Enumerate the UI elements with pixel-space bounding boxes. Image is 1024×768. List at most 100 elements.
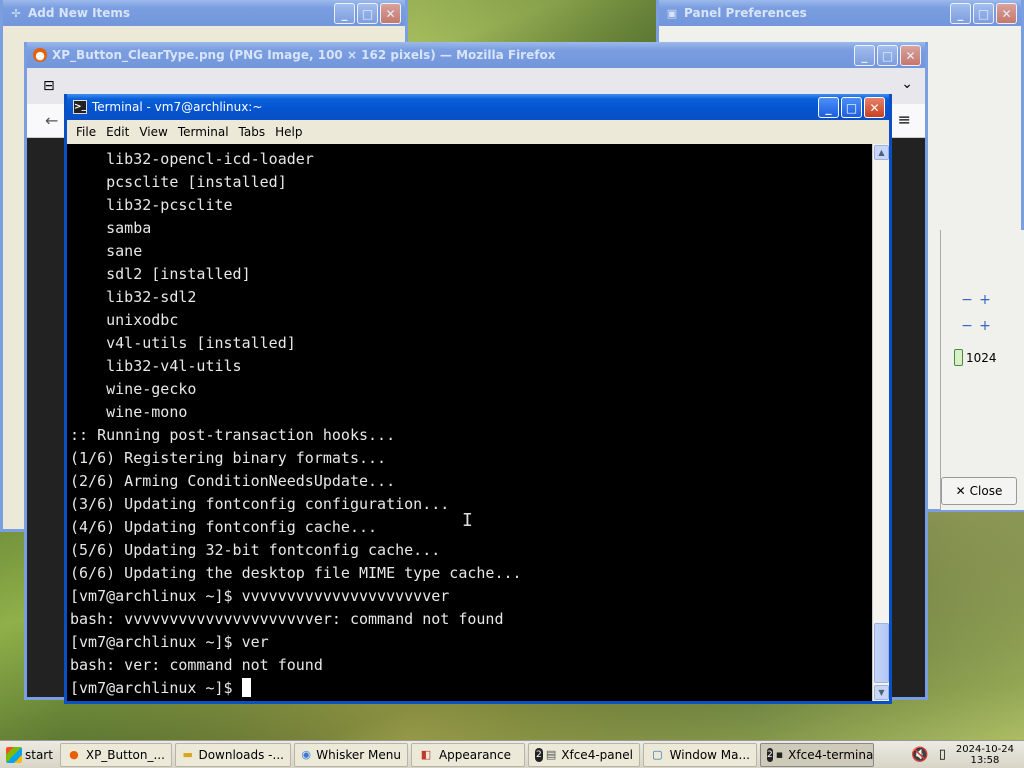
taskbar-item[interactable]: ◉ Whisker Menu	[293, 742, 408, 767]
clock-time: 13:58	[970, 754, 1000, 766]
terminal-line: [vm7@archlinux ~]$ vvvvvvvvvvvvvvvvvvvvv…	[70, 587, 450, 605]
tab-list-icon[interactable]: ⊟	[43, 78, 55, 94]
panel-icon: ▣	[666, 6, 678, 20]
window-title: XP_Button_ClearType.png (PNG Image, 100 …	[52, 48, 556, 62]
taskbar-item[interactable]: ● XP_Button_...	[59, 742, 172, 767]
maximize-button[interactable]: □	[877, 45, 898, 66]
menu-file[interactable]: File	[71, 125, 101, 139]
terminal-line: bash: vvvvvvvvvvvvvvvvvvvvver: command n…	[70, 610, 504, 628]
slider-value: 1024	[966, 350, 997, 365]
taskbar-item[interactable]: ▢ Window Ma...	[642, 742, 757, 767]
hamburger-menu-icon[interactable]: ≡	[898, 110, 911, 129]
speaker-muted-icon[interactable]: 🔇	[911, 747, 928, 763]
appearance-icon: ◧	[420, 748, 432, 761]
terminal-line: wine-gecko	[70, 380, 197, 398]
system-tray: 🔇 ▯ 2024-10-24 13:58	[911, 744, 1024, 766]
maximize-button[interactable]: □	[841, 97, 862, 118]
close-button[interactable]: ✕	[996, 3, 1017, 24]
plus-icon: ✢	[11, 6, 21, 20]
plus-icon[interactable]: +	[976, 292, 994, 308]
window-count-badge: 2	[534, 747, 543, 762]
minimize-button[interactable]: _	[950, 3, 971, 24]
shell-prompt: [vm7@archlinux ~]$	[70, 679, 242, 697]
terminal-titlebar[interactable]: >_ Terminal - vm7@archlinux:~ _ □ ✕	[67, 94, 889, 120]
terminal-line: sane	[70, 242, 143, 260]
maximize-button[interactable]: □	[357, 3, 378, 24]
terminal-line: v4l-utils [installed]	[70, 334, 296, 352]
minimize-button[interactable]: _	[818, 97, 839, 118]
terminal-line: sdl2 [installed]	[70, 265, 251, 283]
terminal-line: wine-mono	[70, 403, 188, 421]
slider-handle[interactable]	[954, 349, 963, 366]
spin-control[interactable]: − +	[958, 292, 994, 308]
close-button[interactable]: ✕	[900, 45, 921, 66]
scrollbar-thumb[interactable]	[874, 623, 889, 683]
terminal-line: lib32-opencl-icd-loader	[70, 150, 314, 168]
scroll-down-arrow-icon[interactable]: ▼	[874, 685, 889, 700]
terminal-scrollbar[interactable]: ▲ ▼	[872, 144, 889, 701]
window-title: Panel Preferences	[684, 6, 807, 20]
taskbar-item[interactable]: 2 ▪ Xfce4-terminal	[759, 742, 874, 767]
menu-edit[interactable]: Edit	[101, 125, 134, 139]
text-cursor	[241, 678, 251, 697]
panel-icon: ▤	[545, 748, 557, 761]
terminal-line: :: Running post-transaction hooks...	[70, 426, 396, 444]
maximize-button[interactable]: □	[973, 3, 994, 24]
panel-preferences-titlebar[interactable]: ▣ Panel Preferences _ □ ✕	[659, 0, 1021, 26]
menu-tabs[interactable]: Tabs	[234, 125, 271, 139]
close-button[interactable]: ✕ Close	[941, 477, 1017, 505]
spin-control[interactable]: − +	[958, 318, 994, 334]
terminal-line: bash: ver: command not found	[70, 656, 323, 674]
start-label: start	[25, 747, 53, 762]
menu-terminal[interactable]: Terminal	[173, 125, 234, 139]
add-new-items-titlebar[interactable]: ✢ Add New Items _ □ ✕	[3, 0, 405, 26]
taskbar-item[interactable]: ▬ Downloads -...	[174, 742, 291, 767]
folder-icon: ▬	[182, 748, 193, 761]
windows-flag-icon	[6, 746, 22, 763]
start-button[interactable]: start	[2, 743, 57, 767]
taskbar-item[interactable]: ◧ Appearance	[410, 742, 525, 767]
task-list: ● XP_Button_... ▬ Downloads -... ◉ Whisker Me…	[57, 742, 874, 767]
terminal-icon: >_	[73, 100, 87, 114]
back-arrow-icon[interactable]: ←	[45, 111, 58, 130]
taskbar-item-label: Window Ma...	[669, 747, 750, 762]
ibeam-cursor-icon: I	[462, 510, 473, 531]
taskbar-item-label: XP_Button_...	[85, 747, 165, 762]
whisker-icon: ◉	[301, 748, 311, 761]
minimize-button[interactable]: _	[334, 3, 355, 24]
terminal-line: unixodbc	[70, 311, 179, 329]
taskbar-item[interactable]: 2 ▤ Xfce4-panel	[527, 742, 640, 767]
terminal-output[interactable]: lib32-opencl-icd-loader pcsclite [instal…	[67, 144, 872, 701]
battery-icon[interactable]: ▯	[939, 747, 946, 762]
terminal-icon: ▪	[775, 748, 784, 761]
scroll-up-arrow-icon[interactable]: ▲	[874, 145, 889, 160]
chevron-down-icon[interactable]: ⌄	[901, 76, 913, 92]
minus-icon[interactable]: −	[958, 318, 976, 334]
taskbar-item-label: Downloads -...	[198, 747, 284, 762]
plus-icon[interactable]: +	[976, 318, 994, 334]
clock[interactable]: 2024-10-24 13:58	[956, 744, 1014, 766]
clock-date: 2024-10-24	[955, 743, 1014, 755]
close-icon: ✕	[955, 484, 966, 498]
menu-view[interactable]: View	[134, 125, 172, 139]
terminal-line: (5/6) Updating 32-bit fontconfig cache..…	[70, 541, 441, 559]
firefox-titlebar[interactable]: ● XP_Button_ClearType.png (PNG Image, 10…	[27, 42, 925, 68]
taskbar-item-label: Xfce4-terminal	[788, 747, 874, 762]
menu-help[interactable]: Help	[270, 125, 307, 139]
window-count-badge: 2	[766, 747, 773, 762]
terminal-menubar: File Edit View Terminal Tabs Help	[67, 120, 889, 144]
terminal-line: (2/6) Arming ConditionNeedsUpdate...	[70, 472, 396, 490]
size-slider[interactable]: 1024	[954, 349, 997, 366]
taskbar: start ● XP_Button_... ▬ Downloads -... ◉ Whis…	[0, 740, 1024, 768]
taskbar-item-label: Xfce4-panel	[561, 747, 633, 762]
terminal-prompt-line[interactable]: [vm7@archlinux ~]$	[70, 677, 872, 700]
terminal-line: lib32-sdl2	[70, 288, 197, 306]
minus-icon[interactable]: −	[958, 292, 976, 308]
minimize-button[interactable]: _	[854, 45, 875, 66]
terminal-line: samba	[70, 219, 152, 237]
terminal-line: (6/6) Updating the desktop file MIME typ…	[70, 564, 522, 582]
taskbar-item-label: Appearance	[438, 747, 512, 762]
terminal-line: [vm7@archlinux ~]$ ver	[70, 633, 269, 651]
close-button[interactable]: ✕	[864, 97, 885, 118]
close-button[interactable]: ✕	[380, 3, 401, 24]
